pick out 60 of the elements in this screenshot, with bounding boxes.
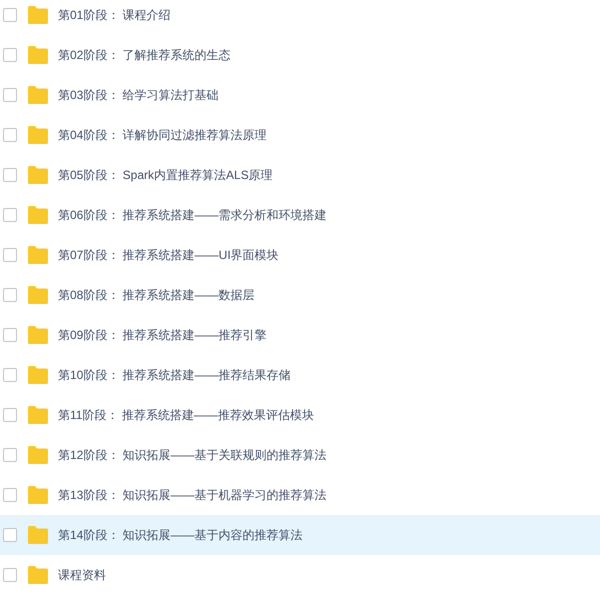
file-row[interactable]: 第13阶段： 知识拓展——基于机器学习的推荐算法 [0,475,600,515]
folder-name[interactable]: 第10阶段： 推荐系统搭建——推荐结果存储 [58,366,291,384]
checkbox[interactable] [3,208,17,222]
checkbox[interactable] [3,368,17,382]
file-row[interactable]: 第12阶段： 知识拓展——基于关联规则的推荐算法 [0,435,600,475]
folder-icon [28,126,48,144]
file-row[interactable]: 第09阶段： 推荐系统搭建——推荐引擎 [0,315,600,355]
checkbox[interactable] [3,408,17,422]
checkbox[interactable] [3,448,17,462]
file-row[interactable]: 第03阶段： 给学习算法打基础 [0,75,600,115]
folder-name[interactable]: 第06阶段： 推荐系统搭建——需求分析和环境搭建 [58,206,327,224]
file-row[interactable]: 第04阶段： 详解协同过滤推荐算法原理 [0,115,600,155]
folder-icon [28,286,48,304]
file-row[interactable]: 第02阶段： 了解推荐系统的生态 [0,35,600,75]
checkbox[interactable] [3,168,17,182]
folder-icon [28,566,48,584]
file-row[interactable]: 课程资料 [0,555,600,594]
folder-name[interactable]: 第03阶段： 给学习算法打基础 [58,86,219,104]
folder-icon [28,446,48,464]
checkbox[interactable] [3,528,17,542]
checkbox[interactable] [3,48,17,62]
folder-icon [28,86,48,104]
file-row[interactable]: 第05阶段： Spark内置推荐算法ALS原理 [0,155,600,195]
folder-name[interactable]: 课程资料 [58,566,106,584]
folder-name[interactable]: 第01阶段： 课程介绍 [58,6,171,24]
folder-name[interactable]: 第07阶段： 推荐系统搭建——UI界面模块 [58,246,279,264]
file-row[interactable]: 第08阶段： 推荐系统搭建——数据层 [0,275,600,315]
folder-icon [28,206,48,224]
file-row[interactable]: 第01阶段： 课程介绍 [0,0,600,35]
folder-name[interactable]: 第02阶段： 了解推荐系统的生态 [58,46,231,64]
folder-icon [28,486,48,504]
folder-name[interactable]: 第14阶段： 知识拓展——基于内容的推荐算法 [58,526,303,544]
folder-name[interactable]: 第12阶段： 知识拓展——基于关联规则的推荐算法 [58,446,327,464]
folder-icon [28,406,48,424]
folder-name[interactable]: 第04阶段： 详解协同过滤推荐算法原理 [58,126,267,144]
file-row[interactable]: 第11阶段： 推荐系统搭建——推荐效果评估模块 [0,395,600,435]
checkbox[interactable] [3,128,17,142]
folder-icon [28,326,48,344]
file-row[interactable]: 第14阶段： 知识拓展——基于内容的推荐算法 [0,515,600,555]
folder-icon [28,246,48,264]
file-row[interactable]: 第10阶段： 推荐系统搭建——推荐结果存储 [0,355,600,395]
folder-icon [28,6,48,24]
folder-name[interactable]: 第05阶段： Spark内置推荐算法ALS原理 [58,166,273,184]
folder-icon [28,46,48,64]
checkbox[interactable] [3,328,17,342]
folder-name[interactable]: 第08阶段： 推荐系统搭建——数据层 [58,286,255,304]
checkbox[interactable] [3,248,17,262]
folder-icon [28,166,48,184]
folder-name[interactable]: 第11阶段： 推荐系统搭建——推荐效果评估模块 [58,406,314,424]
checkbox[interactable] [3,488,17,502]
checkbox[interactable] [3,568,17,582]
folder-icon [28,526,48,544]
file-row[interactable]: 第07阶段： 推荐系统搭建——UI界面模块 [0,235,600,275]
checkbox[interactable] [3,88,17,102]
file-row[interactable]: 第06阶段： 推荐系统搭建——需求分析和环境搭建 [0,195,600,235]
checkbox[interactable] [3,288,17,302]
checkbox[interactable] [3,8,17,22]
folder-icon [28,366,48,384]
folder-name[interactable]: 第13阶段： 知识拓展——基于机器学习的推荐算法 [58,486,327,504]
folder-name[interactable]: 第09阶段： 推荐系统搭建——推荐引擎 [58,326,267,344]
